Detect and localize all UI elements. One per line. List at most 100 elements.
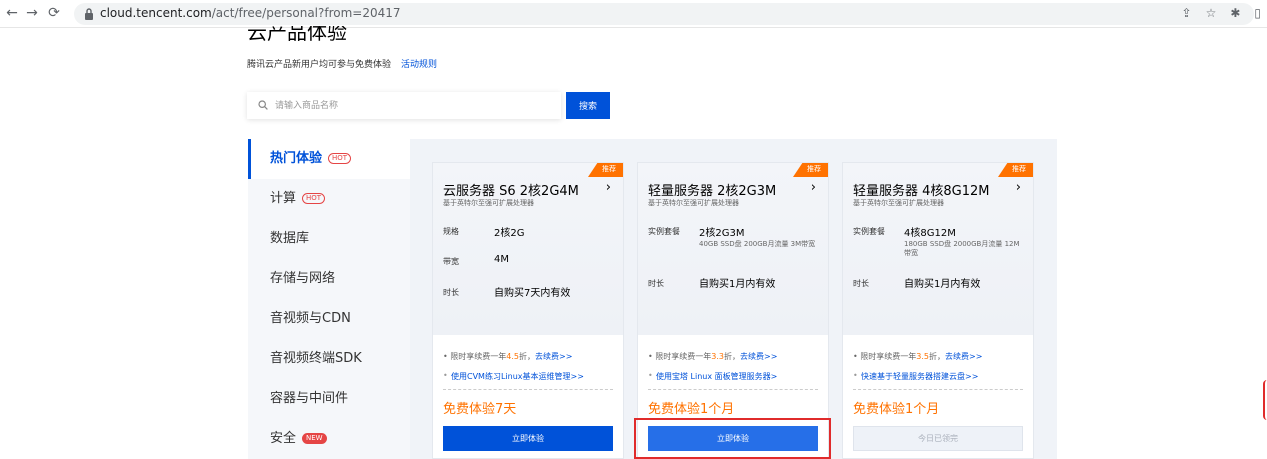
category-sidebar: 热门体验 HOT 计算 HOT 数据库 存储与网络 音视频与CDN 音视频终端SDK… (248, 139, 410, 459)
sidebar-item-label: 数据库 (270, 231, 310, 246)
free-trial-text: 免费体验7天 (443, 402, 517, 417)
card-desc: 基于英特尔至强可扩展处理器 (853, 199, 944, 207)
product-card: 推荐 云服务器 S6 2核2G4M › 基于英特尔至强可扩展处理器 规格 2核2… (432, 162, 624, 459)
tutorial-link[interactable]: 使用宝塔 Linux 面板管理服务器> (656, 371, 777, 382)
sidebar-item-container[interactable]: 容器与中间件 (248, 379, 410, 419)
card-desc: 基于英特尔至强可扩展处理器 (443, 199, 534, 207)
spec-label: 时长 (443, 288, 459, 297)
sidebar-item-media-cdn[interactable]: 音视频与CDN (248, 299, 410, 339)
renew-discount: 3.5 (916, 352, 929, 361)
try-now-button[interactable]: 立即体验 (443, 426, 613, 451)
renew-link[interactable]: 去续费>> (740, 352, 777, 361)
extension-puzzle-icon[interactable]: ✱ (1230, 6, 1240, 20)
back-arrow-icon[interactable]: ← (4, 5, 20, 21)
renew-text: 限时享续费一年 (450, 352, 507, 361)
lock-icon (85, 8, 93, 20)
spec-label: 时长 (853, 279, 869, 288)
sidebar-item-label: 存储与网络 (270, 271, 336, 286)
spec-label: 实例套餐 (853, 227, 885, 236)
divider (648, 389, 818, 390)
address-bar[interactable]: cloud.tencent.com/act/free/personal?from… (74, 3, 1254, 25)
url-host: cloud.tencent.com (100, 6, 212, 20)
renew-link[interactable]: 去续费>> (535, 352, 572, 361)
spec-detail: 40GB SSD盘 200GB月流量 3M带宽 (699, 240, 816, 248)
url-path: /act/free/personal?from=20417 (211, 6, 401, 20)
divider (443, 389, 613, 390)
spec-detail: 180GB SSD盘 2000GB月流量 12M带宽 (904, 240, 1020, 257)
sold-out-button: 今日已领完 (853, 426, 1023, 451)
spec-value: 自购买1月内有效 (904, 279, 981, 290)
search-box (247, 92, 561, 119)
spec-value: 4M (494, 254, 509, 265)
product-card: 推荐 轻量服务器 4核8G12M › 基于英特尔至强可扩展处理器 实例套餐 4核… (842, 162, 1034, 459)
sidebar-item-media-sdk[interactable]: 音视频终端SDK (248, 339, 410, 379)
hot-badge: HOT (302, 193, 326, 204)
highlight-box (634, 418, 831, 459)
page-subtitle: 腾讯云产品新用户均可参与免费体验 活动规则 (247, 57, 437, 70)
card-title[interactable]: 云服务器 S6 2核2G4M (443, 180, 579, 199)
tutorial-link[interactable]: 快速基于轻量服务器搭建云盘>> (861, 371, 978, 382)
sidepanel-icon[interactable]: ▯ (1254, 6, 1261, 20)
spec-label: 规格 (443, 227, 459, 236)
spec-value: 2核2G (494, 228, 525, 239)
renew-text: 限时享续费一年 (655, 352, 712, 361)
new-badge: NEW (302, 433, 327, 444)
reload-icon[interactable]: ⟳ (46, 5, 62, 21)
sidebar-item-label: 安全 (270, 431, 297, 446)
search-button[interactable]: 搜索 (566, 92, 610, 119)
spec-value: 自购买7天内有效 (494, 288, 571, 299)
spec-label: 实例套餐 (648, 227, 680, 236)
renew-text: 限时享续费一年 (860, 352, 917, 361)
forward-arrow-icon[interactable]: → (24, 5, 40, 21)
renew-suffix: 折， (929, 352, 945, 361)
card-title[interactable]: 轻量服务器 4核8G12M (853, 180, 990, 199)
rules-link[interactable]: 活动规则 (401, 60, 437, 70)
renew-offer: • 限时享续费一年4.5折，去续费>> (443, 352, 573, 361)
hot-badge: HOT (328, 153, 352, 164)
renew-discount: 4.5 (506, 352, 519, 361)
star-icon[interactable]: ☆ (1206, 6, 1217, 20)
renew-discount: 3.3 (711, 352, 724, 361)
renew-offer: • 限时享续费一年3.5折，去续费>> (853, 352, 983, 361)
chevron-right-icon[interactable]: › (811, 180, 816, 195)
divider (853, 389, 1023, 390)
sidebar-item-label: 音视频与CDN (270, 311, 351, 326)
spec-value: 2核2G3M (699, 228, 745, 239)
search-input[interactable] (275, 98, 545, 113)
url-text: cloud.tencent.com/act/free/personal?from… (100, 6, 401, 20)
sidebar-item-label: 热门体验 (270, 151, 323, 166)
tutorial-link[interactable]: 使用CVM练习Linux基本运维管理>> (451, 371, 584, 382)
browser-toolbar: ← → ⟳ cloud.tencent.com/act/free/persona… (0, 0, 1267, 28)
free-trial-text: 免费体验1个月 (648, 402, 735, 417)
renew-offer: • 限时享续费一年3.3折，去续费>> (648, 352, 778, 361)
renew-link[interactable]: 去续费>> (945, 352, 982, 361)
renew-suffix: 折， (724, 352, 740, 361)
bullet-dot: • (853, 371, 858, 380)
card-title[interactable]: 轻量服务器 2核2G3M (648, 180, 776, 199)
bullet-dot: • (443, 371, 448, 380)
sidebar-item-label: 计算 (270, 191, 297, 206)
card-desc: 基于英特尔至强可扩展处理器 (648, 199, 739, 207)
spec-value: 4核8G12M (904, 228, 956, 239)
sidebar-item-hot[interactable]: 热门体验 HOT (248, 139, 410, 179)
page-title: 云产品体验 (247, 26, 347, 44)
chevron-right-icon[interactable]: › (1016, 180, 1021, 195)
sidebar-item-storage[interactable]: 存储与网络 (248, 259, 410, 299)
sidebar-item-database[interactable]: 数据库 (248, 219, 410, 259)
bullet-dot: • (648, 371, 653, 380)
sidebar-item-compute[interactable]: 计算 HOT (248, 179, 410, 219)
edge-annotation (1263, 380, 1267, 420)
spec-label: 带宽 (443, 257, 459, 266)
sidebar-item-security[interactable]: 安全 NEW (248, 419, 410, 459)
share-icon[interactable]: ⇪ (1182, 6, 1192, 20)
renew-suffix: 折， (519, 352, 535, 361)
sidebar-item-label: 音视频终端SDK (270, 351, 362, 366)
subtitle-text: 腾讯云产品新用户均可参与免费体验 (247, 60, 392, 70)
spec-value: 自购买1月内有效 (699, 279, 776, 290)
sidebar-item-label: 容器与中间件 (270, 391, 349, 406)
search-icon (258, 100, 268, 110)
spec-label: 时长 (648, 279, 664, 288)
free-trial-text: 免费体验1个月 (853, 402, 940, 417)
chevron-right-icon[interactable]: › (606, 180, 611, 195)
product-card: 推荐 轻量服务器 2核2G3M › 基于英特尔至强可扩展处理器 实例套餐 2核2… (637, 162, 829, 459)
